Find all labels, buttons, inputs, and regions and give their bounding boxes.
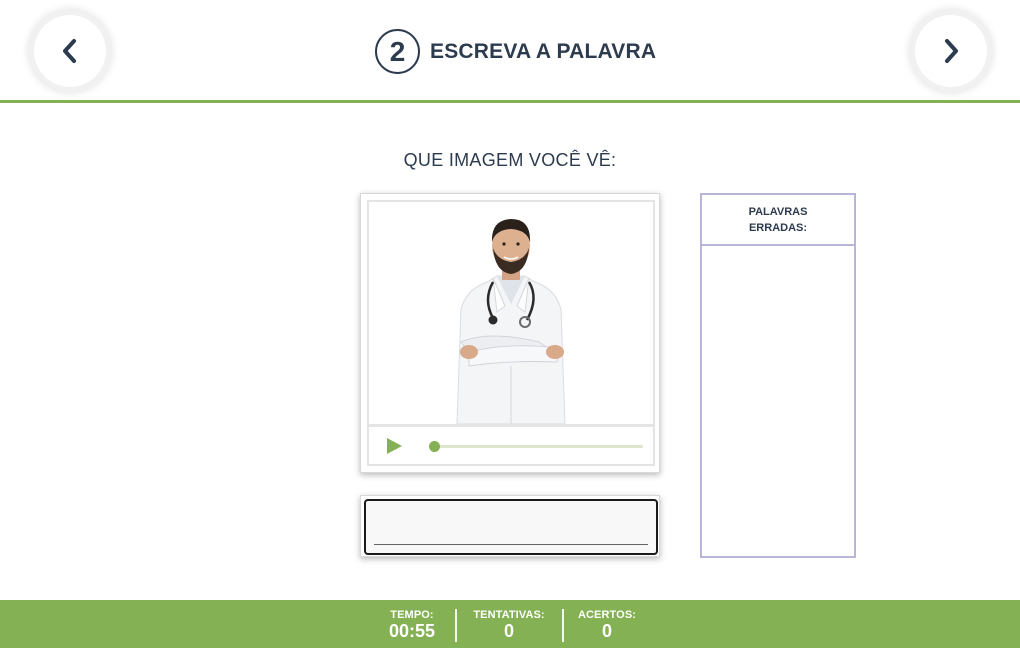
hits-stat: ACERTOS: 0 <box>574 609 640 640</box>
hits-label: ACERTOS: <box>577 609 637 621</box>
chevron-left-icon <box>63 39 76 63</box>
wrong-words-panel: PALAVRAS ERRADAS: <box>700 193 856 558</box>
audio-player <box>367 426 655 466</box>
header-bar: 2 ESCREVA A PALAVRA <box>0 0 1020 103</box>
tries-label: TENTATIVAS: <box>473 609 545 621</box>
stat-divider <box>455 609 457 642</box>
audio-progress-bar[interactable] <box>429 441 643 452</box>
tries-stat: TENTATIVAS: 0 <box>466 609 552 640</box>
question-prompt: QUE IMAGEM VOCÊ VÊ: <box>403 150 617 170</box>
play-icon[interactable] <box>385 437 403 455</box>
stat-divider <box>562 609 564 642</box>
page-title-text: ESCREVA A PALAVRA <box>430 39 657 63</box>
page-title: 2 ESCREVA A PALAVRA <box>375 29 656 74</box>
answer-box <box>360 495 660 557</box>
audio-progress-handle[interactable] <box>429 441 440 452</box>
chevron-right-icon <box>945 39 958 63</box>
hits-value: 0 <box>601 621 612 641</box>
next-button[interactable] <box>915 15 987 87</box>
answer-field-frame <box>364 499 658 555</box>
doctor-illustration <box>456 219 566 424</box>
answer-input[interactable] <box>374 509 648 545</box>
previous-button[interactable] <box>34 15 106 87</box>
stats-footer: TEMPO: 00:55 TENTATIVAS: 0 ACERTOS: 0 <box>0 600 1020 648</box>
tries-value: 0 <box>503 621 514 641</box>
time-label: TEMPO: <box>390 609 434 621</box>
wrong-words-list <box>702 246 854 556</box>
exercise-screen: 2 ESCREVA A PALAVRA QUE IMAGEM VOCÊ VÊ: <box>0 0 1020 648</box>
time-value: 00:55 <box>388 621 436 641</box>
media-card <box>360 193 660 473</box>
time-stat: TEMPO: 00:55 <box>380 609 444 640</box>
exercise-image <box>367 200 655 426</box>
step-number-badge: 2 <box>375 29 420 74</box>
wrong-words-title: PALAVRAS ERRADAS: <box>702 195 854 246</box>
